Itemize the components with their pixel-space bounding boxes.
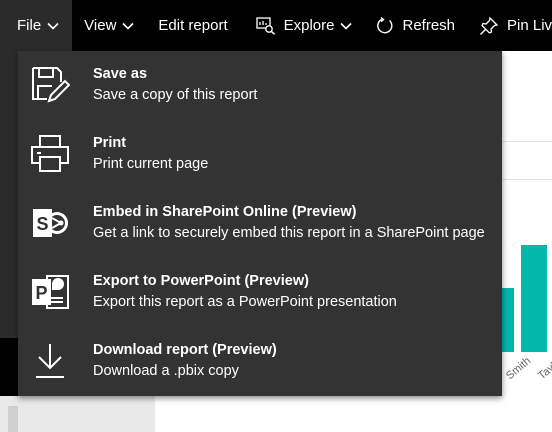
menu-item-title: Save as	[93, 66, 148, 82]
menu-item-title: Download report (Preview)	[93, 342, 277, 358]
file-dropdown-menu: Save as Save a copy of this report Print…	[18, 51, 502, 396]
menu-item-description: Download a .pbix copy	[93, 363, 239, 379]
chart-axis-label: Tayl	[536, 360, 552, 383]
chevron-down-icon	[47, 22, 59, 30]
menu-item-title: Embed in SharePoint Online (Preview)	[93, 204, 357, 220]
pin-label: Pin Liv	[507, 17, 552, 34]
navigation-pane-footer	[0, 338, 18, 396]
menu-item-title: Export to PowerPoint (Preview)	[93, 273, 309, 289]
save-as-icon	[30, 65, 70, 105]
pin-icon	[479, 16, 499, 36]
menu-item-title: Print	[93, 135, 127, 151]
pin-live-page-button[interactable]: Pin Liv	[467, 0, 552, 51]
print-menu-item[interactable]: Print Print current page	[18, 120, 502, 189]
refresh-button[interactable]: Refresh	[364, 0, 467, 51]
save-as-menu-item[interactable]: Save as Save a copy of this report	[18, 51, 502, 120]
refresh-label: Refresh	[402, 17, 456, 34]
chevron-down-icon	[340, 22, 353, 30]
sharepoint-icon: S	[30, 203, 70, 243]
chart-axis-label: Smith	[504, 354, 534, 383]
svg-text:S: S	[36, 214, 48, 234]
file-menu-button[interactable]: File	[0, 0, 73, 51]
menu-item-description: Get a link to securely embed this report…	[93, 225, 485, 241]
explore-label: Explore	[283, 17, 335, 34]
top-toolbar: File View Edit report Explore Refresh Pi…	[0, 0, 552, 51]
view-menu-button[interactable]: View	[72, 0, 146, 51]
report-page-area	[155, 396, 552, 432]
menu-item-description: Export this report as a PowerPoint prese…	[93, 294, 397, 310]
gridline	[502, 141, 552, 142]
menu-item-description: Save a copy of this report	[93, 87, 258, 103]
export-powerpoint-menu-item[interactable]: P Export to PowerPoint (Preview) Export …	[18, 258, 502, 327]
edit-report-button[interactable]: Edit report	[146, 0, 239, 51]
file-label: File	[17, 17, 42, 34]
powerpoint-icon: P	[30, 272, 70, 312]
report-canvas: Smith Tayl	[502, 51, 552, 396]
explore-icon	[255, 16, 276, 35]
download-icon	[30, 341, 70, 381]
scrollbar-track	[8, 406, 18, 432]
download-report-menu-item[interactable]: Download report (Preview) Download a .pb…	[18, 327, 502, 396]
svg-text:P: P	[35, 283, 47, 303]
edit-report-label: Edit report	[158, 17, 228, 34]
gridline	[502, 179, 552, 180]
view-label: View	[84, 17, 117, 34]
chart-bar[interactable]	[521, 245, 547, 352]
chart-bar[interactable]	[502, 288, 514, 352]
explore-menu-button[interactable]: Explore	[244, 0, 365, 51]
chevron-down-icon	[122, 22, 134, 30]
refresh-icon	[376, 16, 394, 35]
embed-sharepoint-menu-item[interactable]: S Embed in SharePoint Online (Preview) G…	[18, 189, 502, 258]
menu-item-description: Print current page	[93, 156, 209, 172]
printer-icon	[30, 134, 70, 174]
